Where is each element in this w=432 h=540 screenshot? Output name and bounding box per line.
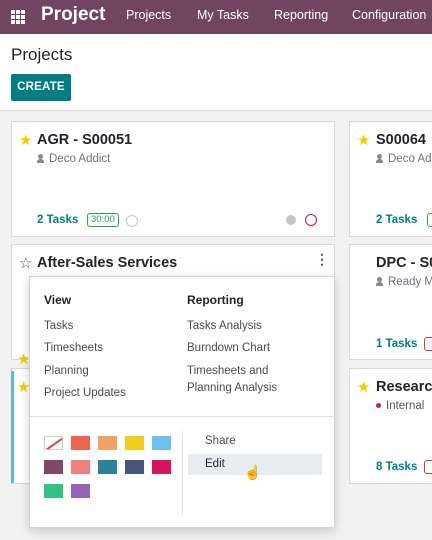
smiley-icon[interactable]: [305, 214, 317, 226]
app-brand[interactable]: Project: [41, 4, 105, 26]
tag-label: Internal: [386, 400, 425, 412]
menu-item-tasks[interactable]: Tasks: [44, 318, 73, 335]
nav-projects[interactable]: Projects: [126, 8, 171, 22]
color-swatch-medium-blue[interactable]: [98, 460, 117, 474]
customer-name: Deco Ad: [388, 153, 432, 165]
project-title: After-Sales Services: [37, 255, 178, 271]
project-card-dropdown: View Tasks Timesheets Planning Project U…: [29, 276, 335, 528]
project-customer: Ready M: [376, 276, 432, 288]
hours-badge: [424, 460, 432, 474]
hours-badge: [427, 213, 432, 227]
tasks-count-link[interactable]: 1 Tasks: [376, 338, 417, 350]
person-icon: [376, 154, 383, 163]
menu-item-planning[interactable]: Planning: [44, 363, 89, 380]
menu-item-project-updates[interactable]: Project Updates: [44, 385, 126, 402]
color-swatch-orange[interactable]: [98, 436, 117, 450]
menu-item-line-2: Planning Analysis: [187, 382, 278, 394]
project-customer: Deco Addict: [37, 153, 110, 165]
menu-item-timesheets-planning-analysis[interactable]: Timesheets and Planning Analysis: [187, 363, 277, 397]
color-swatch-purple[interactable]: [71, 484, 90, 498]
project-card-agr[interactable]: ★ AGR - S00051 Deco Addict 2 Tasks 30:00: [11, 121, 335, 237]
control-panel: Projects CREATE: [0, 34, 432, 111]
create-button[interactable]: CREATE: [11, 74, 71, 101]
color-swatch-dark-purple[interactable]: [44, 460, 63, 474]
menu-item-timesheets[interactable]: Timesheets: [44, 340, 103, 357]
project-tag: Internal: [376, 400, 424, 412]
project-title: S00064: [376, 132, 426, 148]
page-title: Projects: [11, 45, 73, 64]
customer-name: Ready M: [388, 276, 432, 288]
nav-configuration[interactable]: Configuration: [352, 8, 426, 22]
customer-name: Deco Addict: [49, 153, 111, 165]
hours-badge: 30:00: [87, 213, 119, 227]
card-color-accent: [11, 371, 14, 483]
tasks-count-link[interactable]: 2 Tasks: [37, 214, 78, 226]
tasks-count-link[interactable]: 2 Tasks: [376, 214, 417, 226]
color-swatch-none[interactable]: [44, 436, 63, 450]
project-card-dpc[interactable]: DPC - S0 Ready M 1 Tasks: [349, 244, 432, 360]
tasks-count-link[interactable]: 8 Tasks: [376, 461, 417, 473]
project-card-s00064[interactable]: ★ S00064 Deco Ad 2 Tasks: [349, 121, 432, 237]
favorite-star-icon[interactable]: ★: [357, 133, 370, 148]
view-section-header: View: [44, 293, 72, 307]
color-swatch-dark-blue[interactable]: [125, 460, 144, 474]
menu-item-line-1: Timesheets and: [187, 365, 269, 377]
person-icon: [376, 277, 383, 286]
project-title: Research: [376, 379, 432, 395]
color-swatch-light-blue[interactable]: [152, 436, 171, 450]
person-icon: [37, 154, 44, 163]
menu-divider: [30, 416, 334, 417]
status-dot-icon[interactable]: [286, 215, 296, 225]
hours-badge: [424, 337, 432, 351]
project-title: DPC - S0: [376, 255, 432, 271]
clock-icon[interactable]: [126, 215, 138, 227]
menu-item-burndown-chart[interactable]: Burndown Chart: [187, 340, 270, 357]
top-navbar: Project Projects My Tasks Reporting Conf…: [0, 0, 432, 34]
project-title: AGR - S00051: [37, 132, 133, 148]
menu-item-tasks-analysis[interactable]: Tasks Analysis: [187, 318, 262, 335]
project-customer: Deco Ad: [376, 153, 431, 165]
favorite-star-icon[interactable]: ★: [19, 133, 32, 148]
favorite-star-icon[interactable]: ★: [357, 380, 370, 395]
reporting-section-header: Reporting: [187, 293, 244, 307]
nav-reporting[interactable]: Reporting: [274, 8, 328, 22]
tag-dot-icon: [376, 403, 381, 408]
apps-menu-icon[interactable]: [11, 10, 25, 24]
color-swatch-yellow[interactable]: [125, 436, 144, 450]
hand-pointer-cursor-icon: ☝: [244, 464, 262, 480]
favorite-star-outline-icon[interactable]: ☆: [19, 256, 32, 271]
nav-my-tasks[interactable]: My Tasks: [197, 8, 249, 22]
kebab-menu-icon[interactable]: ⋮: [315, 251, 329, 268]
menu-item-edit[interactable]: Edit: [205, 456, 225, 473]
color-swatch-green[interactable]: [44, 484, 63, 498]
project-card-research[interactable]: ★ Research Internal 8 Tasks: [349, 368, 432, 484]
color-swatch-fuchsia[interactable]: [152, 460, 171, 474]
menu-item-share[interactable]: Share: [205, 433, 236, 450]
color-swatch-red[interactable]: [71, 436, 90, 450]
color-swatch-salmon[interactable]: [71, 460, 90, 474]
menu-vertical-divider: [182, 431, 183, 516]
